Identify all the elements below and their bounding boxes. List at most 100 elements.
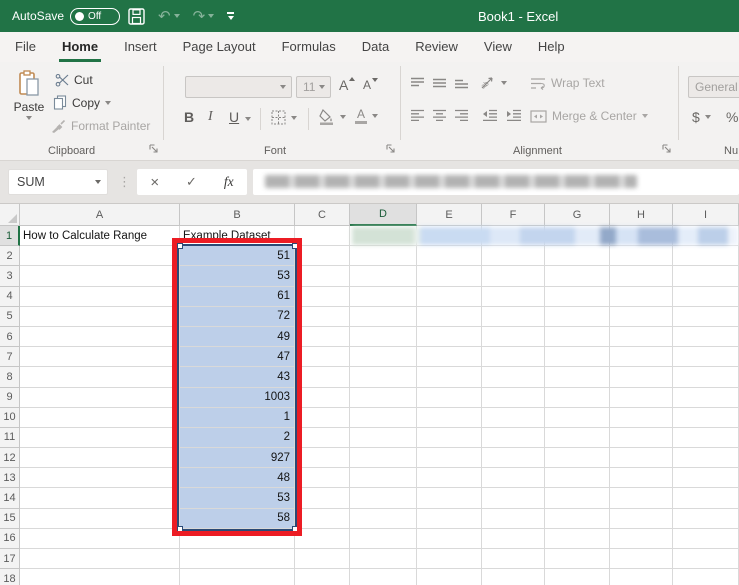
cell-G14[interactable] [545, 488, 610, 509]
cell-E13[interactable] [417, 468, 482, 489]
cell-F8[interactable] [482, 367, 545, 388]
font-dialog-launcher[interactable] [386, 144, 396, 154]
cell-G16[interactable] [545, 528, 610, 549]
cell-C16[interactable] [295, 528, 350, 549]
tab-formulas[interactable]: Formulas [269, 32, 349, 62]
tab-file[interactable]: File [2, 32, 49, 62]
row-header-10[interactable]: 10 [0, 407, 20, 428]
cell-I10[interactable] [673, 407, 739, 428]
cell-F16[interactable] [482, 528, 545, 549]
number-format-combo[interactable]: General [688, 76, 739, 98]
cell-F6[interactable] [482, 326, 545, 348]
cell-D18[interactable] [350, 569, 417, 585]
cell-E2[interactable] [417, 246, 482, 267]
cell-E11[interactable] [417, 427, 482, 449]
cell-D13[interactable] [350, 468, 417, 489]
underline-button[interactable]: U [229, 109, 239, 125]
row-header-14[interactable]: 14 [0, 488, 20, 509]
redo-button[interactable]: ↷ [193, 9, 215, 24]
tab-insert[interactable]: Insert [111, 32, 170, 62]
cell-E1[interactable] [417, 226, 482, 247]
cell-B2[interactable]: 51 [180, 246, 295, 267]
cell-D11[interactable] [350, 427, 417, 449]
select-all-corner[interactable] [0, 204, 20, 226]
cell-B16[interactable] [180, 528, 295, 549]
cell-H5[interactable] [610, 306, 673, 327]
cell-B5[interactable]: 72 [180, 306, 295, 327]
cell-F4[interactable] [482, 286, 545, 307]
row-header-2[interactable]: 2 [0, 246, 20, 267]
cell-E10[interactable] [417, 407, 482, 428]
cell-D9[interactable] [350, 387, 417, 408]
align-right-button[interactable] [454, 109, 469, 121]
cell-G12[interactable] [545, 448, 610, 469]
cell-B7[interactable]: 47 [180, 347, 295, 368]
cell-E5[interactable] [417, 306, 482, 327]
cell-F9[interactable] [482, 387, 545, 408]
row-header-9[interactable]: 9 [0, 387, 20, 408]
currency-format-button[interactable]: $ [692, 109, 711, 125]
row-header-4[interactable]: 4 [0, 286, 20, 307]
row-header-8[interactable]: 8 [0, 367, 20, 388]
cell-A8[interactable] [20, 367, 180, 388]
formula-input[interactable] [253, 169, 739, 195]
cell-H6[interactable] [610, 326, 673, 348]
cell-I16[interactable] [673, 528, 739, 549]
cell-G6[interactable] [545, 326, 610, 348]
name-box[interactable]: SUM [8, 169, 108, 195]
font-color-button[interactable]: A [355, 108, 378, 124]
cell-C15[interactable] [295, 508, 350, 529]
cell-E18[interactable] [417, 569, 482, 585]
cell-H4[interactable] [610, 286, 673, 307]
underline-chevron-icon[interactable] [245, 117, 251, 121]
cell-H9[interactable] [610, 387, 673, 408]
cell-B10[interactable]: 1 [180, 407, 295, 428]
cell-A18[interactable] [20, 569, 180, 585]
row-header-13[interactable]: 13 [0, 468, 20, 489]
cell-F2[interactable] [482, 246, 545, 267]
font-name-combo[interactable] [185, 76, 292, 98]
align-center-button[interactable] [432, 109, 447, 121]
cell-B1[interactable]: Example Dataset [180, 226, 295, 247]
column-header-B[interactable]: B [180, 204, 295, 226]
cell-B14[interactable]: 53 [180, 488, 295, 509]
cell-E8[interactable] [417, 367, 482, 388]
cell-A16[interactable] [20, 528, 180, 549]
cell-A13[interactable] [20, 468, 180, 489]
cell-E3[interactable] [417, 266, 482, 287]
cell-B17[interactable] [180, 549, 295, 570]
copy-button[interactable]: Copy [53, 95, 112, 110]
cell-H12[interactable] [610, 448, 673, 469]
row-header-18[interactable]: 18 [0, 569, 20, 585]
cell-F13[interactable] [482, 468, 545, 489]
cell-D7[interactable] [350, 347, 417, 368]
borders-button[interactable] [271, 110, 297, 125]
save-icon[interactable] [128, 7, 145, 25]
column-header-I[interactable]: I [673, 204, 739, 226]
cell-G7[interactable] [545, 347, 610, 368]
column-header-D[interactable]: D [350, 204, 417, 226]
align-bottom-button[interactable] [454, 77, 469, 89]
italic-button[interactable]: I [208, 109, 213, 125]
cell-A1[interactable]: How to Calculate Range [20, 226, 180, 247]
row-header-1[interactable]: 1 [0, 226, 20, 247]
row-header-7[interactable]: 7 [0, 347, 20, 368]
tab-data[interactable]: Data [349, 32, 402, 62]
cell-I13[interactable] [673, 468, 739, 489]
column-header-H[interactable]: H [610, 204, 673, 226]
enter-button[interactable]: ✓ [186, 174, 197, 190]
cell-D16[interactable] [350, 528, 417, 549]
cell-C2[interactable] [295, 246, 350, 267]
cell-F10[interactable] [482, 407, 545, 428]
cell-F1[interactable] [482, 226, 545, 247]
cell-C14[interactable] [295, 488, 350, 509]
cell-G15[interactable] [545, 508, 610, 529]
autosave-toggle[interactable]: Off [70, 7, 121, 25]
cell-F7[interactable] [482, 347, 545, 368]
fill-color-button[interactable] [318, 109, 346, 125]
cell-I1[interactable] [673, 226, 739, 247]
cell-C18[interactable] [295, 569, 350, 585]
row-header-3[interactable]: 3 [0, 266, 20, 287]
cell-A14[interactable] [20, 488, 180, 509]
cell-F5[interactable] [482, 306, 545, 327]
